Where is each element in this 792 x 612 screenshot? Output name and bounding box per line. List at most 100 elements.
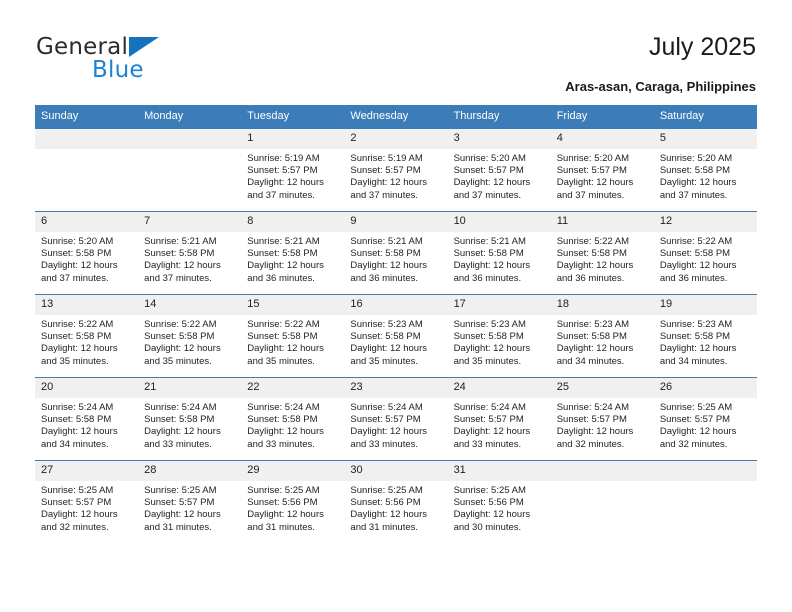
calendar-day-cell[interactable]: 26 Sunrise: 5:25 AM Sunset: 5:57 PM Dayligh…	[653, 377, 757, 461]
daylight-text: Daylight: 12 hours and 37 minutes.	[453, 177, 531, 201]
sunset-text: Sunset: 5:58 PM	[144, 331, 215, 343]
sun-info: Sunrise: 5:25 AM Sunset: 5:57 PM Daylight:…	[138, 481, 241, 534]
day-number: 29	[241, 461, 345, 481]
calendar-day-cell[interactable]: 5 Sunrise: 5:20 AM Sunset: 5:58 PM Daylight…	[653, 128, 757, 212]
day-number: 17	[447, 295, 551, 315]
sun-info: Sunrise: 5:24 AM Sunset: 5:57 PM Daylight:…	[448, 398, 551, 451]
daylight-text: Daylight: 12 hours and 32 minutes.	[41, 509, 118, 533]
day-number: 19	[653, 295, 757, 315]
calendar-week-row: 20 Sunrise: 5:24 AM Sunset: 5:58 PM Dayligh…	[35, 377, 757, 461]
sunrise-text: Sunrise: 5:19 AM	[247, 153, 320, 164]
calendar-day-cell[interactable]: 29 Sunrise: 5:25 AM Sunset: 5:56 PM Dayligh…	[241, 460, 345, 543]
daylight-text: Daylight: 12 hours and 32 minutes.	[659, 426, 737, 450]
sunrise-text: Sunrise: 5:20 AM	[453, 153, 526, 164]
sunset-text: Sunset: 5:58 PM	[659, 248, 731, 260]
sun-info: Sunrise: 5:21 AM Sunset: 5:58 PM Daylight:…	[241, 232, 344, 285]
day-number: 16	[344, 295, 448, 315]
sunrise-text: Sunrise: 5:24 AM	[453, 402, 526, 413]
sun-info: Sunrise: 5:19 AM Sunset: 5:57 PM Daylight:…	[241, 149, 344, 202]
day-number	[550, 461, 654, 481]
sun-info: Sunrise: 5:23 AM Sunset: 5:58 PM Daylight:…	[344, 315, 447, 368]
sun-info: Sunrise: 5:21 AM Sunset: 5:58 PM Daylight:…	[138, 232, 241, 285]
daylight-text: Daylight: 12 hours and 31 minutes.	[247, 509, 324, 533]
calendar-day-cell[interactable]: 16 Sunrise: 5:23 AM Sunset: 5:58 PM Dayligh…	[344, 294, 448, 378]
sunrise-text: Sunrise: 5:20 AM	[41, 236, 114, 247]
calendar-week-row: 27 Sunrise: 5:25 AM Sunset: 5:57 PM Dayligh…	[35, 460, 757, 543]
day-number	[35, 129, 139, 149]
sunset-text: Sunset: 5:58 PM	[41, 331, 112, 343]
calendar-cell-empty	[550, 460, 654, 543]
calendar-day-cell[interactable]: 10 Sunrise: 5:21 AM Sunset: 5:58 PM Dayligh…	[447, 211, 551, 295]
day-number: 4	[550, 129, 654, 149]
calendar-day-cell[interactable]: 4 Sunrise: 5:20 AM Sunset: 5:57 PM Daylight…	[550, 128, 654, 212]
sun-info: Sunrise: 5:23 AM Sunset: 5:58 PM Daylight:…	[551, 315, 654, 368]
calendar-day-cell[interactable]: 24 Sunrise: 5:24 AM Sunset: 5:57 PM Dayligh…	[447, 377, 551, 461]
day-number: 11	[550, 212, 654, 232]
sunset-text: Sunset: 5:56 PM	[247, 497, 318, 509]
daylight-text: Daylight: 12 hours and 32 minutes.	[556, 426, 634, 450]
day-number: 31	[447, 461, 551, 481]
sunrise-text: Sunrise: 5:21 AM	[453, 236, 526, 247]
sun-info: Sunrise: 5:25 AM Sunset: 5:57 PM Daylight:…	[654, 398, 757, 451]
sun-info: Sunrise: 5:24 AM Sunset: 5:57 PM Daylight:…	[344, 398, 447, 451]
calendar-day-cell[interactable]: 17 Sunrise: 5:23 AM Sunset: 5:58 PM Dayligh…	[447, 294, 551, 378]
calendar-day-cell[interactable]: 20 Sunrise: 5:24 AM Sunset: 5:58 PM Dayligh…	[35, 377, 139, 461]
calendar-day-cell[interactable]: 12 Sunrise: 5:22 AM Sunset: 5:58 PM Dayligh…	[653, 211, 757, 295]
sunrise-text: Sunrise: 5:24 AM	[247, 402, 320, 413]
calendar-day-cell[interactable]: 14 Sunrise: 5:22 AM Sunset: 5:58 PM Dayligh…	[138, 294, 242, 378]
day-number: 25	[550, 378, 654, 398]
sunrise-text: Sunrise: 5:19 AM	[350, 153, 423, 164]
calendar-day-cell[interactable]: 2 Sunrise: 5:19 AM Sunset: 5:57 PM Daylight…	[344, 128, 448, 212]
sunrise-text: Sunrise: 5:21 AM	[144, 236, 217, 247]
weekday-header-saturday: Saturday	[653, 105, 757, 129]
page-title: July 2025	[648, 33, 756, 61]
sunset-text: Sunset: 5:58 PM	[247, 248, 318, 260]
sunset-text: Sunset: 5:58 PM	[453, 331, 524, 343]
daylight-text: Daylight: 12 hours and 36 minutes.	[350, 260, 427, 284]
calendar-day-cell[interactable]: 7 Sunrise: 5:21 AM Sunset: 5:58 PM Daylight…	[138, 211, 242, 295]
calendar-day-cell[interactable]: 25 Sunrise: 5:24 AM Sunset: 5:57 PM Dayligh…	[550, 377, 654, 461]
day-number: 28	[138, 461, 242, 481]
daylight-text: Daylight: 12 hours and 33 minutes.	[247, 426, 324, 450]
calendar-day-cell[interactable]: 1 Sunrise: 5:19 AM Sunset: 5:57 PM Daylight…	[241, 128, 345, 212]
daylight-text: Daylight: 12 hours and 36 minutes.	[556, 260, 634, 284]
sunset-text: Sunset: 5:56 PM	[350, 497, 421, 509]
calendar-day-cell[interactable]: 8 Sunrise: 5:21 AM Sunset: 5:58 PM Daylight…	[241, 211, 345, 295]
calendar-day-cell[interactable]: 19 Sunrise: 5:23 AM Sunset: 5:58 PM Dayligh…	[653, 294, 757, 378]
daylight-text: Daylight: 12 hours and 35 minutes.	[144, 343, 221, 367]
day-number: 22	[241, 378, 345, 398]
sun-info: Sunrise: 5:20 AM Sunset: 5:58 PM Daylight:…	[35, 232, 138, 285]
calendar-day-cell[interactable]: 6 Sunrise: 5:20 AM Sunset: 5:58 PM Daylight…	[35, 211, 139, 295]
sunrise-text: Sunrise: 5:25 AM	[453, 485, 526, 496]
sunrise-text: Sunrise: 5:25 AM	[247, 485, 320, 496]
calendar-day-cell[interactable]: 23 Sunrise: 5:24 AM Sunset: 5:57 PM Dayligh…	[344, 377, 448, 461]
day-number: 10	[447, 212, 551, 232]
calendar-day-cell[interactable]: 15 Sunrise: 5:22 AM Sunset: 5:58 PM Dayligh…	[241, 294, 345, 378]
sunset-text: Sunset: 5:58 PM	[247, 331, 318, 343]
day-number	[138, 129, 242, 149]
calendar-day-cell[interactable]: 18 Sunrise: 5:23 AM Sunset: 5:58 PM Dayligh…	[550, 294, 654, 378]
sun-info: Sunrise: 5:24 AM Sunset: 5:57 PM Daylight:…	[551, 398, 654, 451]
calendar-day-cell[interactable]: 11 Sunrise: 5:22 AM Sunset: 5:58 PM Dayligh…	[550, 211, 654, 295]
calendar-day-cell[interactable]: 9 Sunrise: 5:21 AM Sunset: 5:58 PM Daylight…	[344, 211, 448, 295]
calendar-day-cell[interactable]: 31 Sunrise: 5:25 AM Sunset: 5:56 PM Dayligh…	[447, 460, 551, 543]
sunrise-text: Sunrise: 5:23 AM	[659, 319, 733, 330]
generalblue-logo[interactable]: General Blue	[36, 34, 266, 84]
calendar-day-cell[interactable]: 13 Sunrise: 5:22 AM Sunset: 5:58 PM Dayligh…	[35, 294, 139, 378]
calendar-page: General Blue July 2025 Aras-asan, Caraga…	[0, 0, 792, 612]
day-number: 6	[35, 212, 139, 232]
calendar-day-cell[interactable]: 30 Sunrise: 5:25 AM Sunset: 5:56 PM Dayligh…	[344, 460, 448, 543]
day-number: 26	[653, 378, 757, 398]
calendar-day-cell[interactable]: 27 Sunrise: 5:25 AM Sunset: 5:57 PM Dayligh…	[35, 460, 139, 543]
day-number: 3	[447, 129, 551, 149]
sun-info: Sunrise: 5:24 AM Sunset: 5:58 PM Daylight:…	[138, 398, 241, 451]
calendar-day-cell[interactable]: 3 Sunrise: 5:20 AM Sunset: 5:57 PM Daylight…	[447, 128, 551, 212]
calendar-day-cell[interactable]: 22 Sunrise: 5:24 AM Sunset: 5:58 PM Dayligh…	[241, 377, 345, 461]
sunrise-text: Sunrise: 5:25 AM	[659, 402, 733, 413]
day-number: 18	[550, 295, 654, 315]
sunset-text: Sunset: 5:57 PM	[556, 165, 627, 177]
sunset-text: Sunset: 5:58 PM	[41, 248, 112, 260]
calendar-day-cell[interactable]: 28 Sunrise: 5:25 AM Sunset: 5:57 PM Dayligh…	[138, 460, 242, 543]
sunset-text: Sunset: 5:57 PM	[41, 497, 112, 509]
calendar-day-cell[interactable]: 21 Sunrise: 5:24 AM Sunset: 5:58 PM Dayligh…	[138, 377, 242, 461]
